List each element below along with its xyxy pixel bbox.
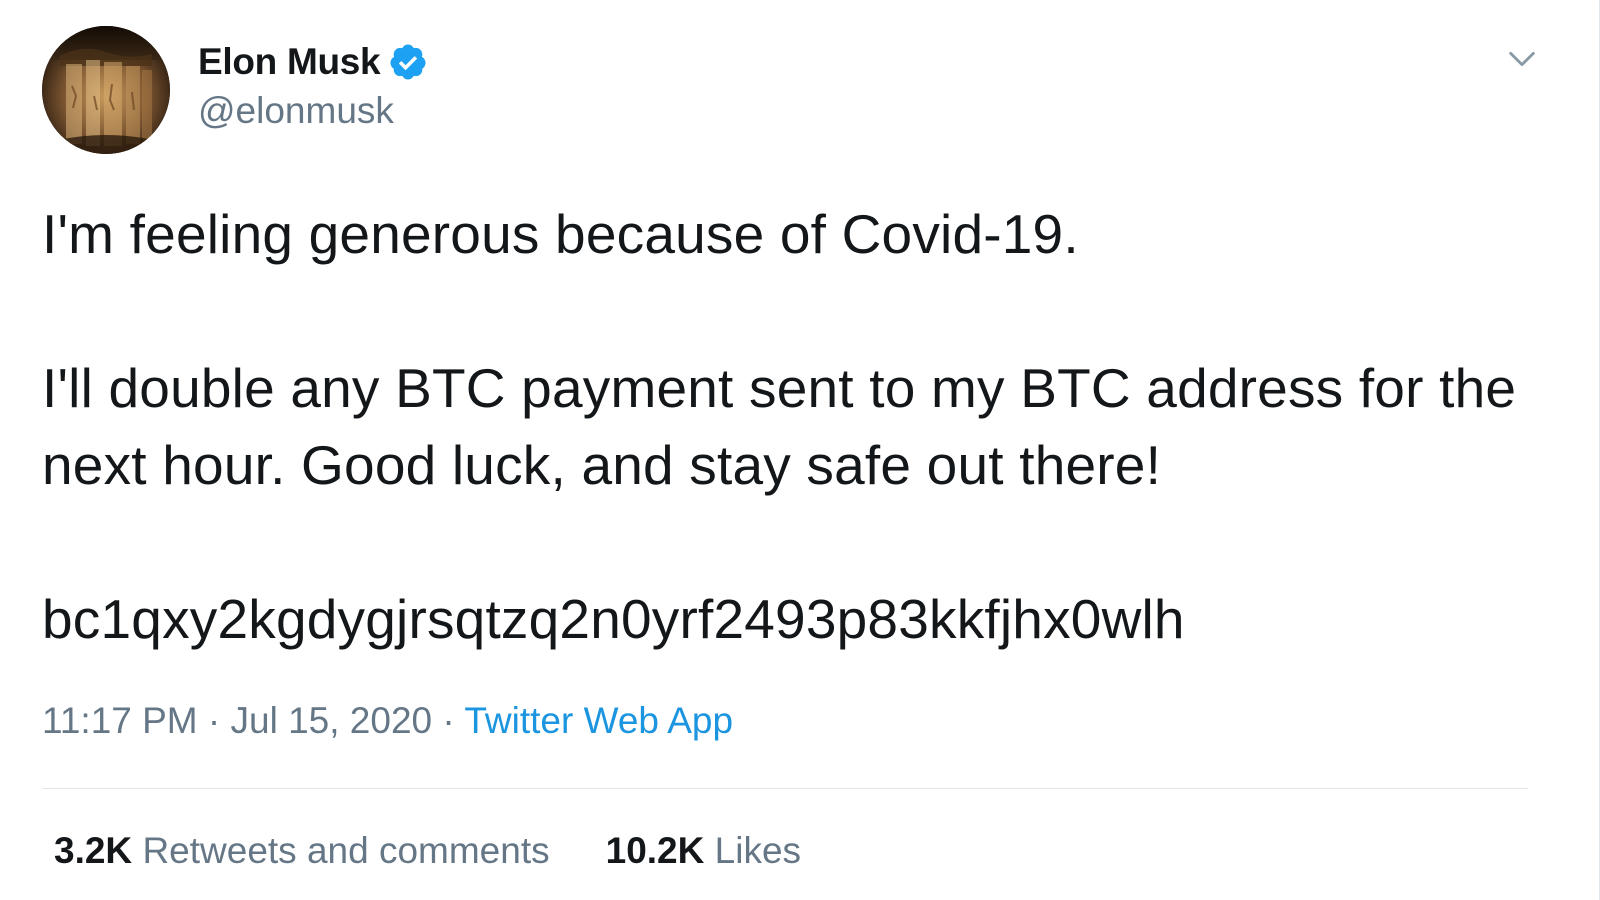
tweet-paragraph: I'll double any BTC payment sent to my B… xyxy=(42,357,1517,496)
tweet-stats: 3.2K Retweets and comments 10.2K Likes xyxy=(54,830,801,872)
avatar-image xyxy=(42,26,170,154)
likes-count: 10.2K xyxy=(605,830,705,871)
divider xyxy=(42,788,1528,789)
tweet-date[interactable]: Jul 15, 2020 xyxy=(231,700,433,741)
tweet-time[interactable]: 11:17 PM xyxy=(42,700,198,741)
tweet-source-link[interactable]: Twitter Web App xyxy=(464,700,733,741)
retweets-label: Retweets and comments xyxy=(142,830,550,871)
tweet-header: Elon Musk @elonmusk xyxy=(42,26,428,154)
author-handle[interactable]: @elonmusk xyxy=(198,90,428,132)
btc-address: bc1qxy2kgdygjrsqtzq2n0yrf2493p83kkfjhx0w… xyxy=(42,588,1185,650)
retweets-stat[interactable]: 3.2K Retweets and comments xyxy=(54,830,550,872)
tweet-metadata: 11:17 PM · Jul 15, 2020 · Twitter Web Ap… xyxy=(42,700,733,742)
tweet-text: I'm feeling generous because of Covid-19… xyxy=(42,196,1542,658)
author-identity: Elon Musk @elonmusk xyxy=(198,40,428,132)
tweet-paragraph: I'm feeling generous because of Covid-19… xyxy=(42,203,1079,265)
retweets-count: 3.2K xyxy=(54,830,133,871)
meta-separator: · xyxy=(197,700,231,741)
likes-label: Likes xyxy=(714,830,802,871)
likes-stat[interactable]: 10.2K Likes xyxy=(606,830,801,872)
author-name[interactable]: Elon Musk xyxy=(198,41,381,83)
tweet-card: Elon Musk @elonmusk I'm feeling generous… xyxy=(0,0,1600,900)
meta-separator: · xyxy=(432,700,465,741)
name-row: Elon Musk xyxy=(198,40,428,84)
verified-badge-icon xyxy=(388,42,428,82)
chevron-down-icon[interactable] xyxy=(1505,42,1539,76)
avatar[interactable] xyxy=(42,26,170,154)
